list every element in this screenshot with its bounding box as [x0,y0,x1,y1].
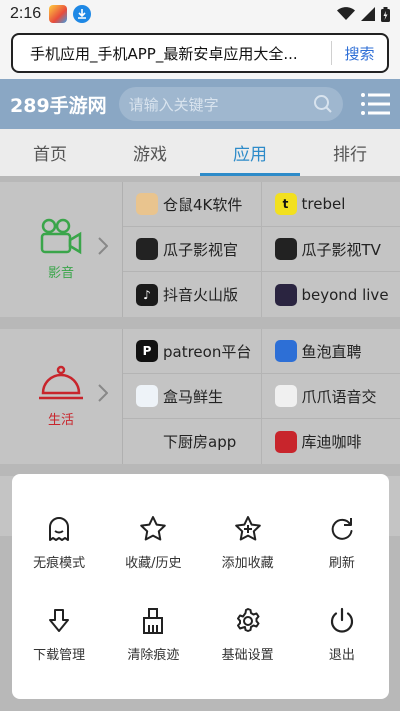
menu-label: 收藏/历史 [125,555,182,571]
app-name: 抖音火山版 [163,286,239,304]
menu-add-favorite[interactable]: 添加收藏 [201,496,295,589]
status-time: 2:16 [10,5,42,22]
status-indicators [337,6,390,22]
app-item[interactable]: 库迪咖啡 [262,419,400,464]
app-name: beyond live [301,285,389,304]
cellular-signal-icon [361,7,375,21]
app-name: 瓜子影视TV [301,240,381,259]
category-app-grid: P patreon平台 鱼泡直聘 盒马鲜生 爪爪语音交 下厨房app 库迪咖啡 [123,329,400,464]
url-bar[interactable]: 手机应用_手机APP_最新安卓应用大全... 搜索 [11,33,389,73]
broom-icon [143,608,164,635]
menu-label: 下载管理 [33,648,86,664]
status-bar: 2:16 [0,0,400,28]
app-name: 库迪咖啡 [301,433,362,451]
service-bell-icon [39,365,83,400]
app-name: 下厨房app [163,433,237,451]
category-life-header[interactable]: 生活 [0,329,123,464]
site-header: 289手游网 请输入关键字 [0,79,400,129]
hamburger-menu-icon[interactable] [360,92,390,116]
search-button[interactable]: 搜索 [332,43,387,64]
menu-label: 无痕模式 [33,555,86,571]
menu-label: 刷新 [328,555,355,571]
app-item[interactable]: 瓜子影视TV [261,227,400,272]
site-logo[interactable]: 289手游网 [10,91,107,118]
browser-menu-panel: 无痕模式 收藏/历史 添加收藏 刷新 下载管理 清除痕迹 基础设置 退出 [12,474,389,699]
app-item[interactable]: 爪爪语音交 [261,374,400,419]
game-app-notification-icon [49,5,68,23]
app-item[interactable]: P patreon平台 [123,329,262,374]
menu-label: 清除痕迹 [127,648,180,664]
app-item[interactable]: 瓜子影视官 [123,227,262,272]
gear-icon [236,608,260,633]
app-name: 爪爪语音交 [301,387,377,406]
cotti-coffee-icon [274,430,297,453]
app-name: 仓鼠4K软件 [163,195,243,214]
app-name: 鱼泡直聘 [301,342,362,361]
app-item[interactable]: t trebel [261,182,400,227]
app-item[interactable]: 鱼泡直聘 [261,329,400,374]
menu-clear-traces[interactable]: 清除痕迹 [106,589,200,682]
melon-tv-icon [274,238,297,260]
menu-basic-settings[interactable]: 基础设置 [201,589,295,682]
power-icon [330,608,353,633]
tab-home[interactable]: 首页 [0,129,100,176]
app-item[interactable]: 下厨房app [123,419,262,464]
chevron-right-icon [98,384,108,402]
category-label: 影音 [47,266,74,281]
app-item[interactable]: ♪ 抖音火山版 [123,272,262,317]
menu-refresh[interactable]: 刷新 [295,496,389,589]
menu-favorites-history[interactable]: 收藏/历史 [106,496,200,589]
zhuazhua-icon [274,385,297,407]
menu-label: 退出 [328,648,355,664]
menu-incognito[interactable]: 无痕模式 [12,496,106,589]
star-plus-icon [234,515,261,541]
patreon-icon: P [136,340,158,362]
star-icon [140,515,167,541]
category-app-grid: 仓鼠4K软件 t trebel 瓜子影视官 瓜子影视TV ♪ 抖音火山版 bey… [123,182,400,317]
app-item[interactable]: 仓鼠4K软件 [123,182,262,227]
douyin-icon: ♪ [136,283,158,306]
site-search-placeholder: 请输入关键字 [128,95,219,114]
url-text[interactable]: 手机应用_手机APP_最新安卓应用大全... [13,43,331,64]
wifi-icon [337,7,355,20]
nav-tabs: 首页 游戏 应用 排行 [0,129,400,177]
melon-icon [136,238,158,260]
app-name: 盒马鲜生 [163,387,224,406]
browser-toolbar: 手机应用_手机APP_最新安卓应用大全... 搜索 [0,28,400,79]
refresh-icon [331,517,353,540]
tab-apps[interactable]: 应用 [200,129,300,176]
category-life: 生活 P patreon平台 鱼泡直聘 盒马鲜生 爪爪语音交 下厨房app 库迪… [0,329,400,464]
trebel-icon: t [274,193,297,215]
hamster-icon [136,193,158,215]
download-notification-icon [73,5,92,23]
app-name: patreon平台 [163,342,252,361]
app-name: 瓜子影视官 [163,240,239,259]
tab-games[interactable]: 游戏 [100,129,200,176]
beyond-live-icon [274,283,297,306]
yupao-icon [274,340,297,362]
app-item[interactable]: beyond live [262,272,400,317]
xiachufang-icon [136,431,158,453]
app-item[interactable]: 盒马鲜生 [123,374,262,419]
ghost-icon [49,516,70,541]
site-search-input[interactable]: 请输入关键字 [118,87,343,121]
chevron-right-icon [98,237,108,255]
category-media-header[interactable]: 影音 [0,182,123,317]
battery-charging-icon [381,6,390,22]
hema-icon [136,385,158,407]
category-label: 生活 [47,413,74,428]
menu-exit[interactable]: 退出 [295,589,389,682]
menu-download-manager[interactable]: 下载管理 [12,589,106,682]
video-camera-icon [40,218,82,255]
app-name: trebel [301,195,346,213]
download-arrow-icon [49,609,70,633]
menu-label: 添加收藏 [221,555,274,571]
menu-label: 基础设置 [221,648,274,664]
search-icon[interactable] [313,94,333,114]
category-media: 影音 仓鼠4K软件 t trebel 瓜子影视官 瓜子影视TV ♪ 抖音火山版 … [0,182,400,317]
tab-ranking[interactable]: 排行 [300,129,400,176]
